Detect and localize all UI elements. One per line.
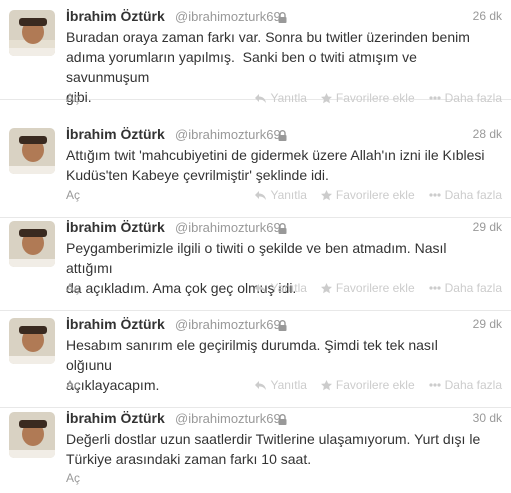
tweet[interactable]: İbrahim Öztürk @ibrahimozturk69 29 dk He…: [0, 308, 511, 408]
author-name[interactable]: İbrahim Öztürk: [66, 219, 165, 235]
more-dots-icon: [429, 286, 441, 290]
author-handle[interactable]: @ibrahimozturk69: [175, 127, 281, 142]
avatar[interactable]: [9, 412, 55, 458]
more-label: Daha fazla: [444, 91, 502, 105]
tweet-actions: Yanıtla Favorilere ekle Daha fazla: [255, 378, 502, 392]
reply-button[interactable]: Yanıtla: [255, 188, 307, 202]
tweet-timestamp[interactable]: 29 dk: [473, 317, 502, 331]
avatar[interactable]: [9, 318, 55, 364]
lock-icon: [278, 221, 287, 239]
star-icon: [320, 379, 332, 391]
favorite-label: Favorilere ekle: [335, 188, 415, 202]
more-button[interactable]: Daha fazla: [429, 281, 502, 295]
tweet[interactable]: İbrahim Öztürk @ibrahimozturk69 26 dk Bu…: [0, 0, 511, 105]
more-button[interactable]: Daha fazla: [429, 188, 502, 202]
lock-icon: [278, 128, 287, 146]
author-name[interactable]: İbrahim Öztürk: [66, 126, 165, 142]
expand-link[interactable]: Aç: [66, 471, 80, 485]
tweet[interactable]: İbrahim Öztürk @ibrahimozturk69 29 dk Pe…: [0, 211, 511, 311]
author-handle[interactable]: @ibrahimozturk69: [175, 317, 281, 332]
lock-icon: [278, 318, 287, 336]
star-icon: [320, 282, 332, 294]
reply-button[interactable]: Yanıtla: [255, 378, 307, 392]
tweet-timestamp[interactable]: 29 dk: [473, 220, 502, 234]
more-label: Daha fazla: [444, 188, 502, 202]
favorite-label: Favorilere ekle: [335, 91, 415, 105]
more-label: Daha fazla: [444, 281, 502, 295]
more-dots-icon: [429, 193, 441, 197]
more-button[interactable]: Daha fazla: [429, 378, 502, 392]
favorite-label: Favorilere ekle: [335, 281, 415, 295]
more-dots-icon: [429, 96, 441, 100]
reply-icon: [255, 283, 267, 293]
reply-icon: [255, 93, 267, 103]
expand-link[interactable]: Aç: [66, 188, 80, 202]
reply-icon: [255, 190, 267, 200]
expand-link[interactable]: Aç: [66, 378, 80, 392]
author-name[interactable]: İbrahim Öztürk: [66, 410, 165, 426]
favorite-button[interactable]: Favorilere ekle: [320, 188, 415, 202]
avatar[interactable]: [9, 10, 55, 56]
more-label: Daha fazla: [444, 378, 502, 392]
favorite-button[interactable]: Favorilere ekle: [320, 281, 415, 295]
favorite-button[interactable]: Favorilere ekle: [320, 91, 415, 105]
reply-button[interactable]: Yanıtla: [255, 91, 307, 105]
reply-label: Yanıtla: [270, 188, 307, 202]
expand-link[interactable]: Aç: [66, 91, 80, 105]
tweet[interactable]: İbrahim Öztürk @ibrahimozturk69 28 dk At…: [0, 118, 511, 218]
star-icon: [320, 92, 332, 104]
author-handle[interactable]: @ibrahimozturk69: [175, 9, 281, 24]
tweet-actions: Yanıtla Favorilere ekle Daha fazla: [255, 188, 502, 202]
expand-link[interactable]: Aç: [66, 281, 80, 295]
lock-icon: [278, 412, 287, 430]
tweet-text: Attığım twit 'mahcubiyetini de gidermek …: [66, 147, 485, 183]
favorite-button[interactable]: Favorilere ekle: [320, 378, 415, 392]
author-name[interactable]: İbrahim Öztürk: [66, 8, 165, 24]
more-dots-icon: [429, 383, 441, 387]
tweet-timestamp[interactable]: 28 dk: [473, 127, 502, 141]
star-icon: [320, 189, 332, 201]
reply-label: Yanıtla: [270, 378, 307, 392]
tweet-timestamp[interactable]: 26 dk: [473, 9, 502, 23]
favorite-label: Favorilere ekle: [335, 378, 415, 392]
tweet[interactable]: İbrahim Öztürk @ibrahimozturk69 30 dk De…: [0, 402, 511, 493]
lock-icon: [278, 10, 287, 28]
tweet-text: Değerli dostlar uzun saatlerdir Twitleri…: [66, 431, 481, 467]
tweet-feed: İbrahim Öztürk @ibrahimozturk69 26 dk Bu…: [0, 0, 511, 493]
author-handle[interactable]: @ibrahimozturk69: [175, 411, 281, 426]
reply-button[interactable]: Yanıtla: [255, 281, 307, 295]
reply-label: Yanıtla: [270, 91, 307, 105]
tweet-actions: Yanıtla Favorilere ekle Daha fazla: [255, 91, 502, 105]
tweet-actions: Yanıtla Favorilere ekle Daha fazla: [255, 281, 502, 295]
author-handle[interactable]: @ibrahimozturk69: [175, 220, 281, 235]
reply-icon: [255, 380, 267, 390]
reply-label: Yanıtla: [270, 281, 307, 295]
avatar[interactable]: [9, 128, 55, 174]
tweet-timestamp[interactable]: 30 dk: [473, 411, 502, 425]
author-name[interactable]: İbrahim Öztürk: [66, 316, 165, 332]
avatar[interactable]: [9, 221, 55, 267]
more-button[interactable]: Daha fazla: [429, 91, 502, 105]
